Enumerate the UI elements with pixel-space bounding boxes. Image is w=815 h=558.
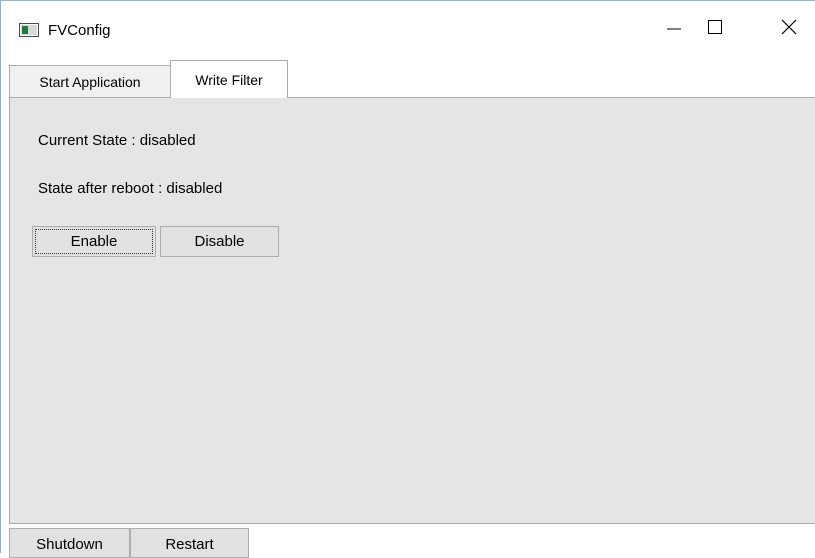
maximize-button[interactable] xyxy=(686,9,744,49)
minimize-icon xyxy=(667,20,681,39)
tab-write-filter[interactable]: Write Filter xyxy=(170,60,288,98)
title-bar[interactable]: FVConfig xyxy=(1,1,815,45)
after-reboot-state-label: State after reboot : disabled xyxy=(38,180,223,197)
enable-button[interactable]: Enable xyxy=(32,226,156,257)
close-icon xyxy=(781,19,797,40)
app-window: FVConfig Start Application Write Filter … xyxy=(0,0,815,558)
close-button[interactable] xyxy=(760,9,815,49)
maximize-icon xyxy=(708,19,722,39)
disable-button[interactable]: Disable xyxy=(160,226,279,257)
shutdown-button[interactable]: Shutdown xyxy=(9,528,130,558)
restart-button[interactable]: Restart xyxy=(130,528,249,558)
window-title: FVConfig xyxy=(48,22,111,39)
write-filter-panel: Current State : disabled State after reb… xyxy=(9,97,815,524)
current-state-label: Current State : disabled xyxy=(38,132,196,149)
app-window-icon xyxy=(19,23,39,37)
tab-start-application[interactable]: Start Application xyxy=(9,65,171,97)
